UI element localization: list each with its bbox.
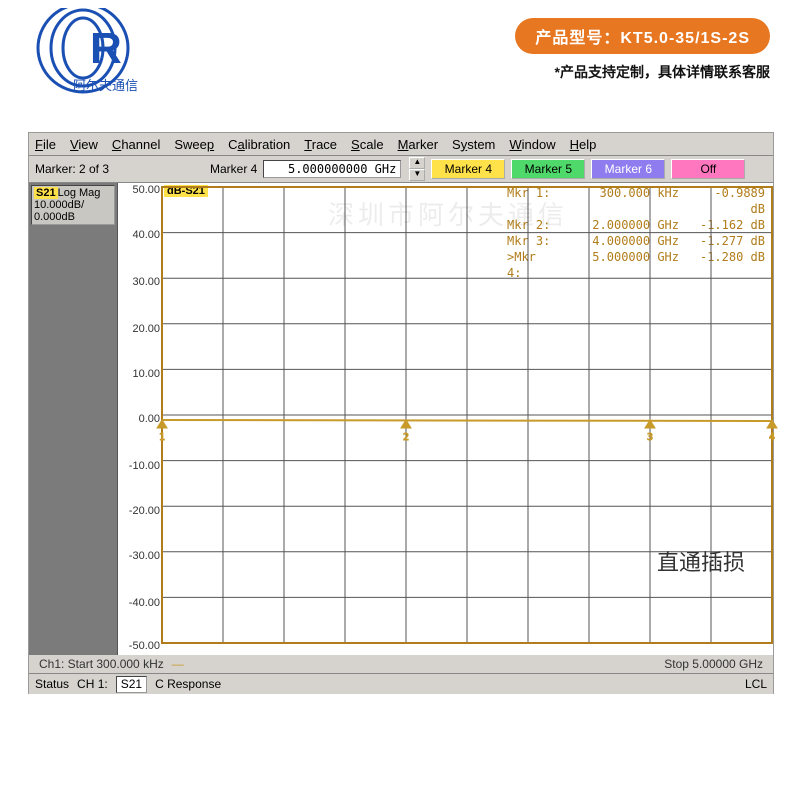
plot-annotation: 直通插损 (657, 545, 745, 577)
menu-system[interactable]: System (452, 137, 495, 152)
product-model-badge: 产品型号：KT5.0-35/1S-2S (515, 18, 770, 54)
svg-text:4: 4 (769, 432, 775, 443)
plot-area[interactable]: 深圳市阿尔夫通信 dB-S21 Mkr 1:300.000 kHz-0.9889… (118, 183, 773, 655)
menu-channel[interactable]: Channel (112, 137, 160, 152)
menu-scale[interactable]: Scale (351, 137, 384, 152)
logo-text: 阿尔夫通信 (73, 78, 138, 93)
statusbar: Status CH 1: S21 C Response LCL (29, 673, 773, 694)
marker-count-label: Marker: 2 of 3 (29, 162, 210, 176)
vna-window: File View Channel Sweep Calibration Trac… (28, 132, 774, 694)
status-correction: C Response (155, 677, 221, 691)
trace-ref: 0.000dB (34, 211, 75, 223)
status-param: S21 (116, 676, 147, 693)
status-lcl: LCL (745, 677, 767, 691)
status-channel: CH 1: (77, 677, 108, 691)
start-freq: Ch1: Start 300.000 kHz (39, 657, 164, 671)
status-label: Status (35, 677, 69, 691)
trace-format: Log Mag (58, 187, 101, 199)
marker6-button[interactable]: Marker 6 (591, 159, 665, 179)
marker-off-button[interactable]: Off (671, 159, 745, 179)
plot-svg: 1 2 3 4 (118, 183, 778, 655)
company-logo: R 阿尔夫通信 (28, 8, 178, 98)
svg-text:R: R (90, 24, 122, 73)
menu-file[interactable]: File (35, 137, 56, 152)
menu-view[interactable]: View (70, 137, 98, 152)
menu-marker[interactable]: Marker (398, 137, 438, 152)
marker-toolbar: Marker: 2 of 3 Marker 4 5.000000000 GHz … (29, 156, 773, 183)
marker-select-label: Marker 4 (210, 162, 257, 176)
stepper-arrows[interactable]: ▲▼ (409, 157, 425, 181)
svg-text:1: 1 (159, 432, 165, 443)
menu-trace[interactable]: Trace (304, 137, 337, 152)
svg-text:3: 3 (647, 432, 653, 443)
menubar: File View Channel Sweep Calibration Trac… (29, 133, 773, 156)
svg-text:2: 2 (403, 432, 409, 443)
stop-freq: Stop 5.00000 GHz (664, 657, 763, 671)
trace-scale: 10.000dB/ (34, 199, 84, 211)
marker4-button[interactable]: Marker 4 (431, 159, 505, 179)
trace-param-tag: S21 (34, 187, 58, 199)
page-header: R 阿尔夫通信 产品型号：KT5.0-35/1S-2S *产品支持定制，具体详情… (0, 0, 800, 128)
customization-note: *产品支持定制，具体详情联系客服 (555, 62, 770, 82)
marker-value-input[interactable]: 5.000000000 GHz (263, 160, 401, 178)
channel-axis-line: Ch1: Start 300.000 kHz — Stop 5.00000 GH… (29, 655, 773, 673)
trace-sidebar: S21Log Mag 10.000dB/ 0.000dB (29, 183, 118, 655)
menu-calibration[interactable]: Calibration (228, 137, 290, 152)
marker5-button[interactable]: Marker 5 (511, 159, 585, 179)
menu-sweep[interactable]: Sweep (174, 137, 214, 152)
menu-window[interactable]: Window (509, 137, 555, 152)
menu-help[interactable]: Help (570, 137, 597, 152)
